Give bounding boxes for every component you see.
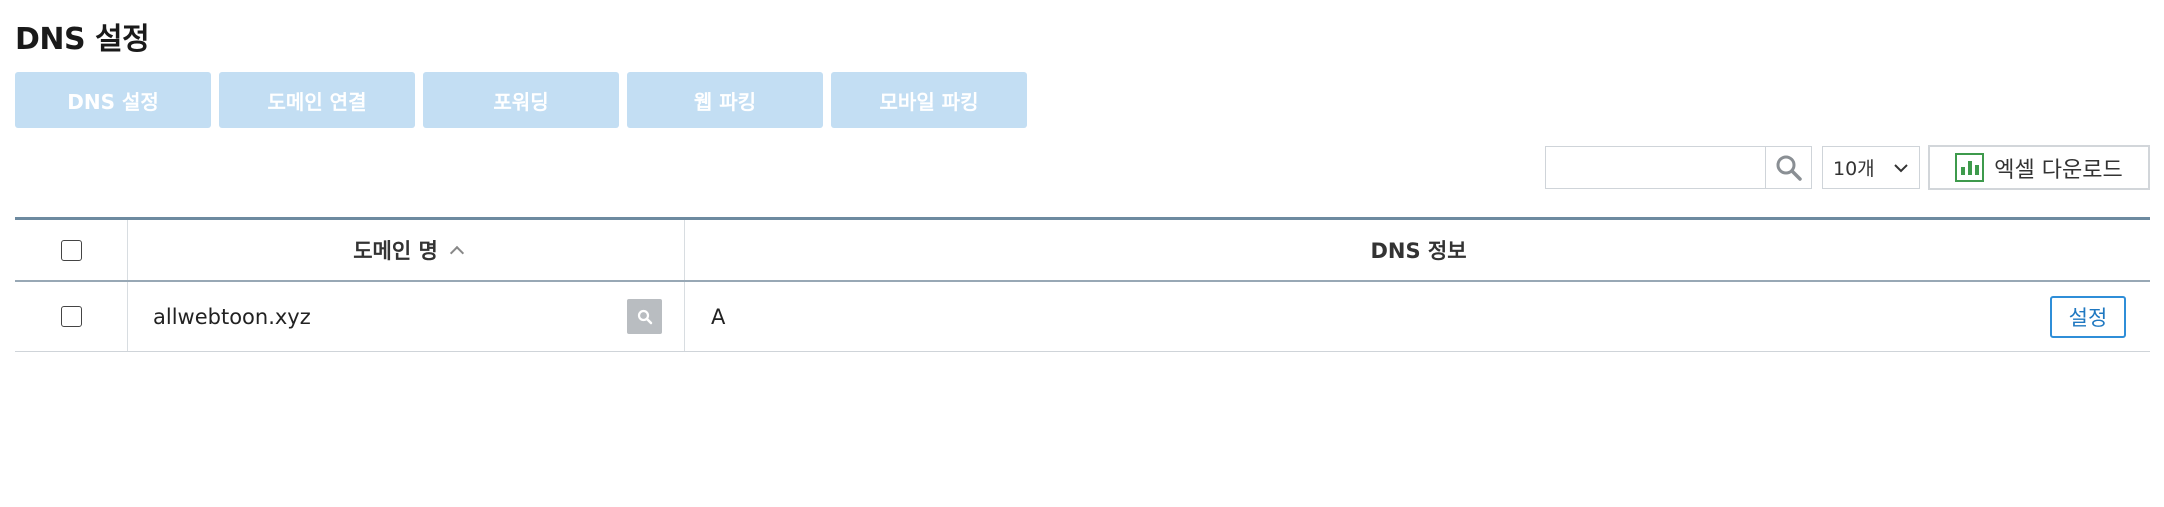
page-size-select[interactable]: 10개: [1822, 146, 1920, 189]
tab-bar: DNS 설정 도메인 연결 포워딩 웹 파킹 모바일 파킹: [15, 72, 1027, 128]
table-row: allwebtoon.xyz A 설정: [15, 282, 2150, 352]
chevron-down-icon: [1894, 163, 1908, 172]
tab-mobile-parking[interactable]: 모바일 파킹: [831, 72, 1027, 128]
domain-name: allwebtoon.xyz: [153, 304, 311, 329]
tab-domain-connect[interactable]: 도메인 연결: [219, 72, 415, 128]
select-all-checkbox[interactable]: [60, 239, 82, 261]
search-input[interactable]: [1545, 146, 1765, 189]
header-check-cell: [15, 220, 128, 280]
domain-table: 도메인 명 DNS 정보 allwebtoon.xyz A 설정: [15, 217, 2150, 352]
excel-download-button[interactable]: 엑셀 다운로드: [1928, 145, 2150, 190]
row-check-cell: [15, 282, 128, 351]
toolbar: 10개 엑셀 다운로드: [1545, 145, 2150, 190]
domain-search-button[interactable]: [627, 299, 662, 334]
row-checkbox[interactable]: [60, 306, 82, 327]
domain-cell: allwebtoon.xyz: [128, 282, 685, 351]
search-box: [1545, 146, 1812, 189]
page-size-value: 10개: [1833, 158, 1875, 180]
excel-download-label: 엑셀 다운로드: [1994, 157, 2123, 183]
tab-forwarding[interactable]: 포워딩: [423, 72, 619, 128]
dns-info: A: [711, 304, 726, 329]
dns-cell: A 설정: [685, 282, 2150, 351]
excel-chart-icon: [1955, 153, 1985, 182]
search-icon: [637, 309, 652, 324]
settings-button[interactable]: 설정: [2050, 295, 2126, 338]
tab-web-parking[interactable]: 웹 파킹: [627, 72, 823, 128]
search-button[interactable]: [1765, 146, 1812, 189]
sort-asc-icon[interactable]: [449, 245, 464, 261]
column-header-domain-label: 도메인 명: [353, 239, 438, 263]
column-header-dns: DNS 정보: [685, 220, 2150, 280]
tab-dns-settings[interactable]: DNS 설정: [15, 72, 211, 128]
page-title: DNS 설정: [15, 22, 150, 57]
column-header-domain[interactable]: 도메인 명: [128, 220, 685, 280]
column-header-dns-label: DNS 정보: [1370, 239, 1467, 263]
table-header: 도메인 명 DNS 정보: [15, 220, 2150, 282]
search-icon: [1776, 155, 1802, 181]
